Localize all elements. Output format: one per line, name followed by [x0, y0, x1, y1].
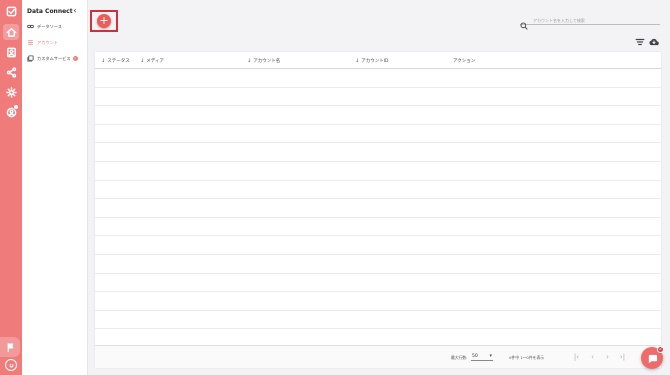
table-row-empty	[95, 181, 661, 200]
add-account-button[interactable]: +	[97, 14, 111, 28]
share-icon[interactable]	[3, 64, 19, 80]
contacts-icon[interactable]	[3, 44, 19, 60]
help-badge[interactable]: ?	[72, 56, 78, 61]
face-icon[interactable]	[5, 359, 17, 371]
flag-icon[interactable]	[0, 337, 20, 357]
table-body	[95, 69, 661, 348]
checkbox-icon[interactable]	[3, 3, 19, 19]
table-row-empty	[95, 255, 661, 274]
sidebar-item-custom-service[interactable]: カスタムサービス ?	[27, 54, 78, 63]
column-header-account-name[interactable]: ↓ アカウント名	[247, 57, 280, 64]
next-page-icon[interactable]: ›	[603, 352, 612, 361]
pagination: 最大行数: 50 ▾ 0件中 1～0件を表示 |‹ ‹ › ›|	[95, 345, 661, 368]
filter-icon[interactable]	[635, 37, 645, 47]
sidebar-item-datasource[interactable]: データソース	[27, 22, 62, 31]
chat-icon	[648, 354, 657, 363]
rows-per-page-label: 最大行数:	[451, 355, 468, 360]
rows-per-page-select[interactable]: 50 ▾	[471, 352, 493, 361]
sidebar: Data Connect ‹ データソース アカウント カスタムサービス ?	[22, 0, 88, 375]
column-header-media[interactable]: ↓ メディア	[140, 57, 164, 64]
previous-page-icon[interactable]: ‹	[588, 352, 597, 361]
chat-badge: 2	[657, 346, 664, 353]
page-range-label: 0件中 1～0件を表示	[509, 355, 545, 360]
search-bar	[520, 15, 660, 30]
sidebar-item-label: カスタムサービス	[37, 55, 71, 61]
table-row-empty	[95, 162, 661, 181]
table-row-empty	[95, 236, 661, 255]
link-icon	[27, 23, 34, 30]
table-row-empty	[95, 125, 661, 144]
sort-arrow-icon: ↓	[355, 57, 360, 64]
notification-dot	[13, 104, 19, 110]
sidebar-item-account[interactable]: アカウント	[27, 38, 58, 47]
table-row-empty	[95, 143, 661, 162]
table-row-empty	[95, 311, 661, 330]
table-row-empty	[95, 88, 661, 107]
table-row-empty	[95, 218, 661, 237]
dropdown-arrow-icon: ▾	[489, 353, 492, 359]
search-input[interactable]	[533, 16, 658, 24]
cloud-download-icon[interactable]	[649, 37, 659, 47]
table-header: ↓ ステータス ↓ メディア ↓ アカウント名 ↓ アカウントID アクション	[95, 52, 661, 69]
sort-arrow-icon: ↓	[140, 57, 145, 64]
table-row-empty	[95, 274, 661, 293]
chat-button[interactable]: 2	[641, 346, 664, 369]
table-row-empty	[95, 292, 661, 311]
first-page-icon[interactable]: |‹	[572, 352, 581, 361]
app-rail	[0, 0, 22, 375]
table-row-empty	[95, 69, 661, 88]
table-row-empty	[95, 106, 661, 125]
column-header-status[interactable]: ↓ ステータス	[101, 57, 130, 64]
last-page-icon[interactable]: ›|	[618, 352, 627, 361]
sidebar-item-label: データソース	[37, 23, 62, 29]
accounts-table: ↓ ステータス ↓ メディア ↓ アカウント名 ↓ アカウントID アクション	[95, 52, 661, 368]
layers-icon	[27, 55, 34, 62]
sidebar-item-label: アカウント	[37, 39, 58, 45]
table-row-empty	[95, 199, 661, 218]
list-icon	[27, 39, 34, 46]
search-icon	[520, 15, 528, 30]
home-icon[interactable]	[3, 24, 19, 40]
sidebar-title: Data Connect	[27, 8, 73, 15]
settings-icon[interactable]	[3, 84, 19, 100]
rows-per-page-value: 50	[472, 354, 478, 359]
sort-arrow-icon: ↓	[247, 57, 252, 64]
sort-arrow-icon: ↓	[101, 57, 106, 64]
column-header-account-id[interactable]: ↓ アカウントID	[355, 57, 389, 64]
chevron-left-icon[interactable]: ‹	[71, 6, 79, 15]
column-header-action: アクション	[453, 58, 476, 64]
